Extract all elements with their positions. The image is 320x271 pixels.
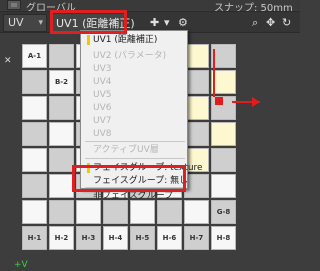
uv-cell <box>22 148 47 172</box>
uv-cell: A-1 <box>22 44 47 68</box>
gear-icon[interactable]: ⚙ <box>178 16 188 30</box>
uv-mode-label: UV <box>8 16 24 29</box>
uv-cell <box>22 174 47 198</box>
menu-separator <box>85 141 185 142</box>
uv-cell <box>211 122 236 146</box>
uv-cell <box>22 200 47 224</box>
uv-mode-dropdown[interactable]: UV ▾ <box>3 14 47 32</box>
gizmo-v-axis[interactable] <box>213 49 215 97</box>
uv-cell-label: H-5 <box>135 234 150 242</box>
add-icon[interactable]: ✚ <box>150 16 159 30</box>
move-icon[interactable]: ✥ <box>266 16 275 30</box>
menu-item-label: UV4 <box>93 77 112 87</box>
uv-cell: H-1 <box>22 226 47 250</box>
highlight-box <box>72 165 186 192</box>
menu-item-label: アクティブUV層 <box>93 145 159 155</box>
uv-cell <box>211 148 236 172</box>
uv-cell-label: H-1 <box>27 234 42 242</box>
uv-cell <box>49 122 74 146</box>
uv-cell: H-7 <box>184 226 209 250</box>
gizmo-u-arrow[interactable] <box>252 97 260 107</box>
uv-cell <box>49 174 74 198</box>
menu-item-label: UV3 <box>93 64 112 74</box>
uv-cell: G-8 <box>211 200 236 224</box>
uv-cell-label: H-3 <box>81 234 96 242</box>
uv-cell: H-5 <box>130 226 155 250</box>
coordinate-icon[interactable] <box>7 0 21 10</box>
rotate-icon[interactable]: ↻ <box>282 16 291 30</box>
uv-cell <box>211 174 236 198</box>
chevron-down-icon: ▾ <box>38 18 43 28</box>
uv-cell: H-8 <box>211 226 236 250</box>
chevron-down-icon[interactable]: ▾ <box>164 16 170 30</box>
highlight-box <box>50 10 127 34</box>
uv-cell-label: A-1 <box>27 52 42 60</box>
menu-item-label: UV8 <box>93 129 112 139</box>
uv-cell <box>49 44 74 68</box>
top-bar: グローバル スナップ: 50mm <box>0 0 300 14</box>
uv-cell-label: H-8 <box>216 234 231 242</box>
v-axis-label: +V <box>14 260 28 270</box>
zoom-icon[interactable]: ⌕ <box>252 16 258 30</box>
uv-cell <box>76 200 101 224</box>
uv-cell-label: G-8 <box>216 208 231 216</box>
uv-cell <box>49 200 74 224</box>
uv-cell: H-3 <box>76 226 101 250</box>
uv-cell: H-6 <box>157 226 182 250</box>
uv-cell: H-4 <box>103 226 128 250</box>
menu-item-label: UV1 (距離補正) <box>93 35 158 45</box>
close-icon[interactable]: ✕ <box>4 56 12 66</box>
uv-cell: B-2 <box>49 70 74 94</box>
uv-cell: H-2 <box>49 226 74 250</box>
uv-cell <box>130 200 155 224</box>
gizmo-center-handle[interactable] <box>215 97 223 105</box>
uv-cell <box>184 200 209 224</box>
menu-separator <box>85 158 185 159</box>
uv-cell-label: H-2 <box>54 234 69 242</box>
uv-cell-label: H-6 <box>162 234 177 242</box>
uv-cell-label: H-4 <box>108 234 123 242</box>
menu-item-label: UV2 (パラメータ) <box>93 51 167 61</box>
uv-cell <box>49 148 74 172</box>
menu-item-label: UV6 <box>93 103 112 113</box>
menu-item-label: UV7 <box>93 116 112 126</box>
uv-cell <box>22 122 47 146</box>
uv-cell-label: B-2 <box>54 78 69 86</box>
uv-cell <box>157 200 182 224</box>
uv-cell-label: H-7 <box>189 234 204 242</box>
uv-cell <box>49 96 74 120</box>
uv-cell <box>22 96 47 120</box>
uv-cell <box>22 70 47 94</box>
uv-cell <box>103 200 128 224</box>
menu-item-label: UV5 <box>93 90 112 100</box>
selected-marker-icon <box>87 35 90 45</box>
